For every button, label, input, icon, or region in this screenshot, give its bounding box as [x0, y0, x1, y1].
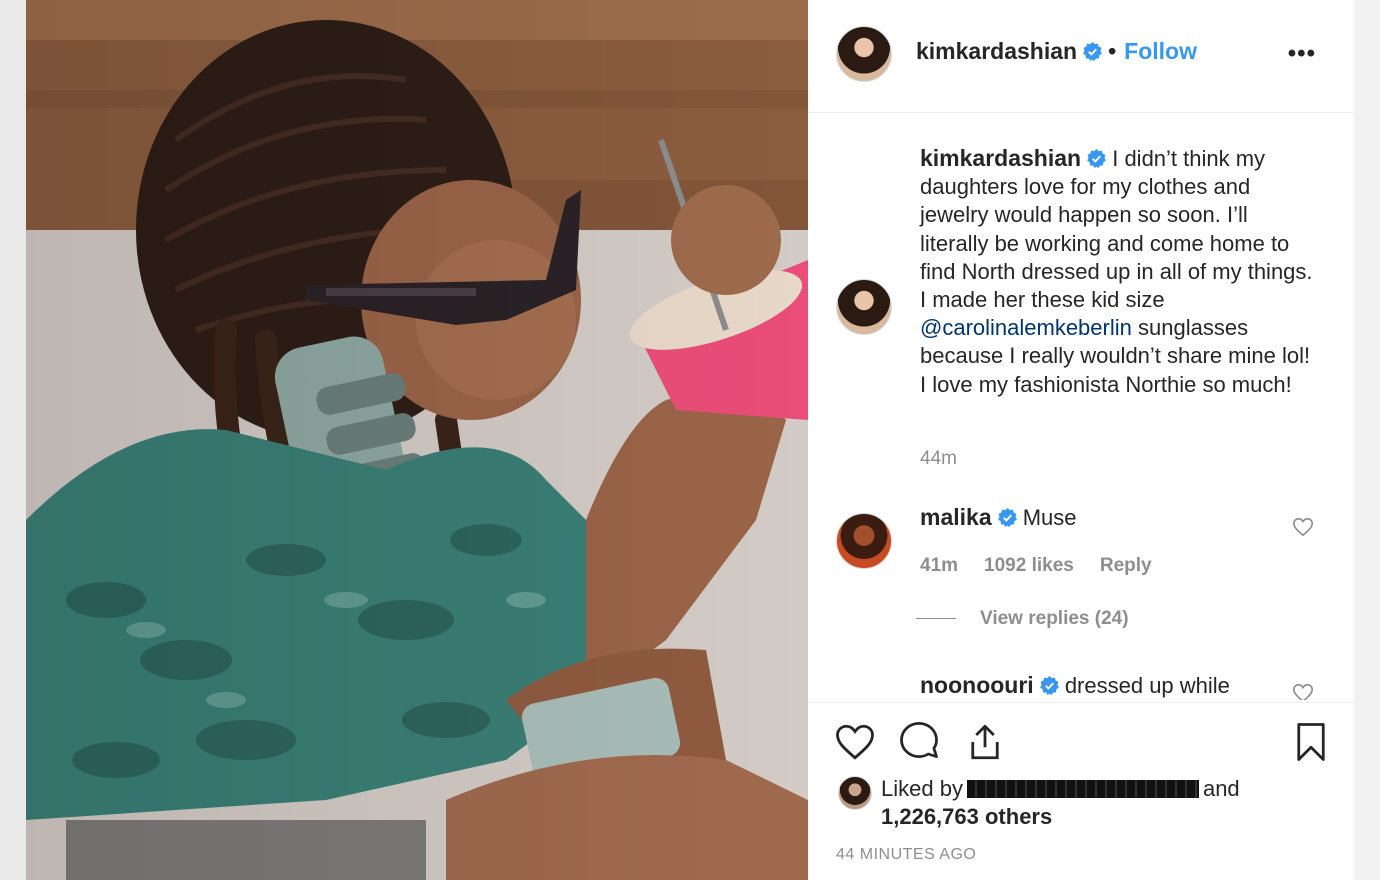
verified-badge-icon [1087, 149, 1106, 168]
caption-author-avatar[interactable] [836, 279, 892, 335]
page-gutter [1354, 0, 1380, 880]
view-replies-button[interactable]: View replies (24) [916, 608, 1129, 630]
author-username[interactable]: kimkardashian [916, 38, 1077, 64]
comment-malika: malika Muse [920, 504, 1077, 531]
bookmark-icon[interactable] [1290, 721, 1332, 763]
author-line: kimkardashian • Follow [916, 38, 1197, 65]
verified-badge-icon [1083, 42, 1102, 61]
comment-username[interactable]: malika [920, 504, 992, 530]
heart-icon[interactable] [834, 721, 876, 763]
post-actions: Liked by and 1,226,763 others 44 MINUTES … [808, 702, 1354, 880]
caption-time: 44m [920, 448, 957, 469]
comment-text: Muse [1022, 505, 1077, 530]
redacted-username [966, 780, 1199, 798]
comment-username[interactable]: noonoouri [920, 672, 1034, 698]
verified-badge-icon [1039, 676, 1059, 695]
separator-dot: • [1108, 38, 1117, 64]
comment-reply-button[interactable]: Reply [1100, 555, 1152, 576]
liked-by-avatar[interactable] [838, 776, 872, 810]
author-avatar[interactable] [836, 26, 892, 82]
comment-meta: 41m 1092 likes Reply [920, 555, 1178, 577]
comment-noonoouri: noonoouri dressed up while [808, 672, 1354, 700]
comment-icon[interactable] [898, 721, 940, 763]
comment-like-heart-icon[interactable] [1292, 682, 1314, 700]
comment-time: 41m [920, 555, 959, 576]
likes-count[interactable]: 1,226,763 others [881, 804, 1052, 829]
comment-text: dressed up while [1064, 673, 1230, 698]
post-timestamp: 44 MINUTES AGO [836, 846, 977, 863]
caption-username[interactable]: kimkardashian [920, 145, 1081, 171]
comment-like-heart-icon[interactable] [1292, 516, 1314, 538]
post-photo[interactable] [26, 0, 808, 880]
view-replies-label: View replies (24) [980, 608, 1129, 629]
share-icon[interactable] [964, 721, 1006, 763]
comment-likes[interactable]: 1092 likes [984, 555, 1074, 576]
post-header: kimkardashian • Follow ••• [808, 0, 1354, 113]
view-replies-line [916, 618, 956, 620]
liked-by: Liked by and 1,226,763 others [881, 775, 1301, 831]
comment-avatar-malika[interactable] [836, 513, 892, 569]
follow-button[interactable]: Follow [1124, 38, 1197, 64]
verified-badge-icon [997, 508, 1017, 527]
post-detail-panel: kimkardashian • Follow ••• kimkardashian I… [808, 0, 1354, 880]
more-options-icon[interactable]: ••• [1288, 40, 1316, 68]
liked-by-suffix: and [1202, 776, 1240, 801]
liked-by-prefix: Liked by [881, 776, 963, 801]
caption-mention-link[interactable]: @carolinalemkeberlin [920, 315, 1132, 340]
post-caption: kimkardashian I didn’t think my daughter… [920, 144, 1320, 399]
